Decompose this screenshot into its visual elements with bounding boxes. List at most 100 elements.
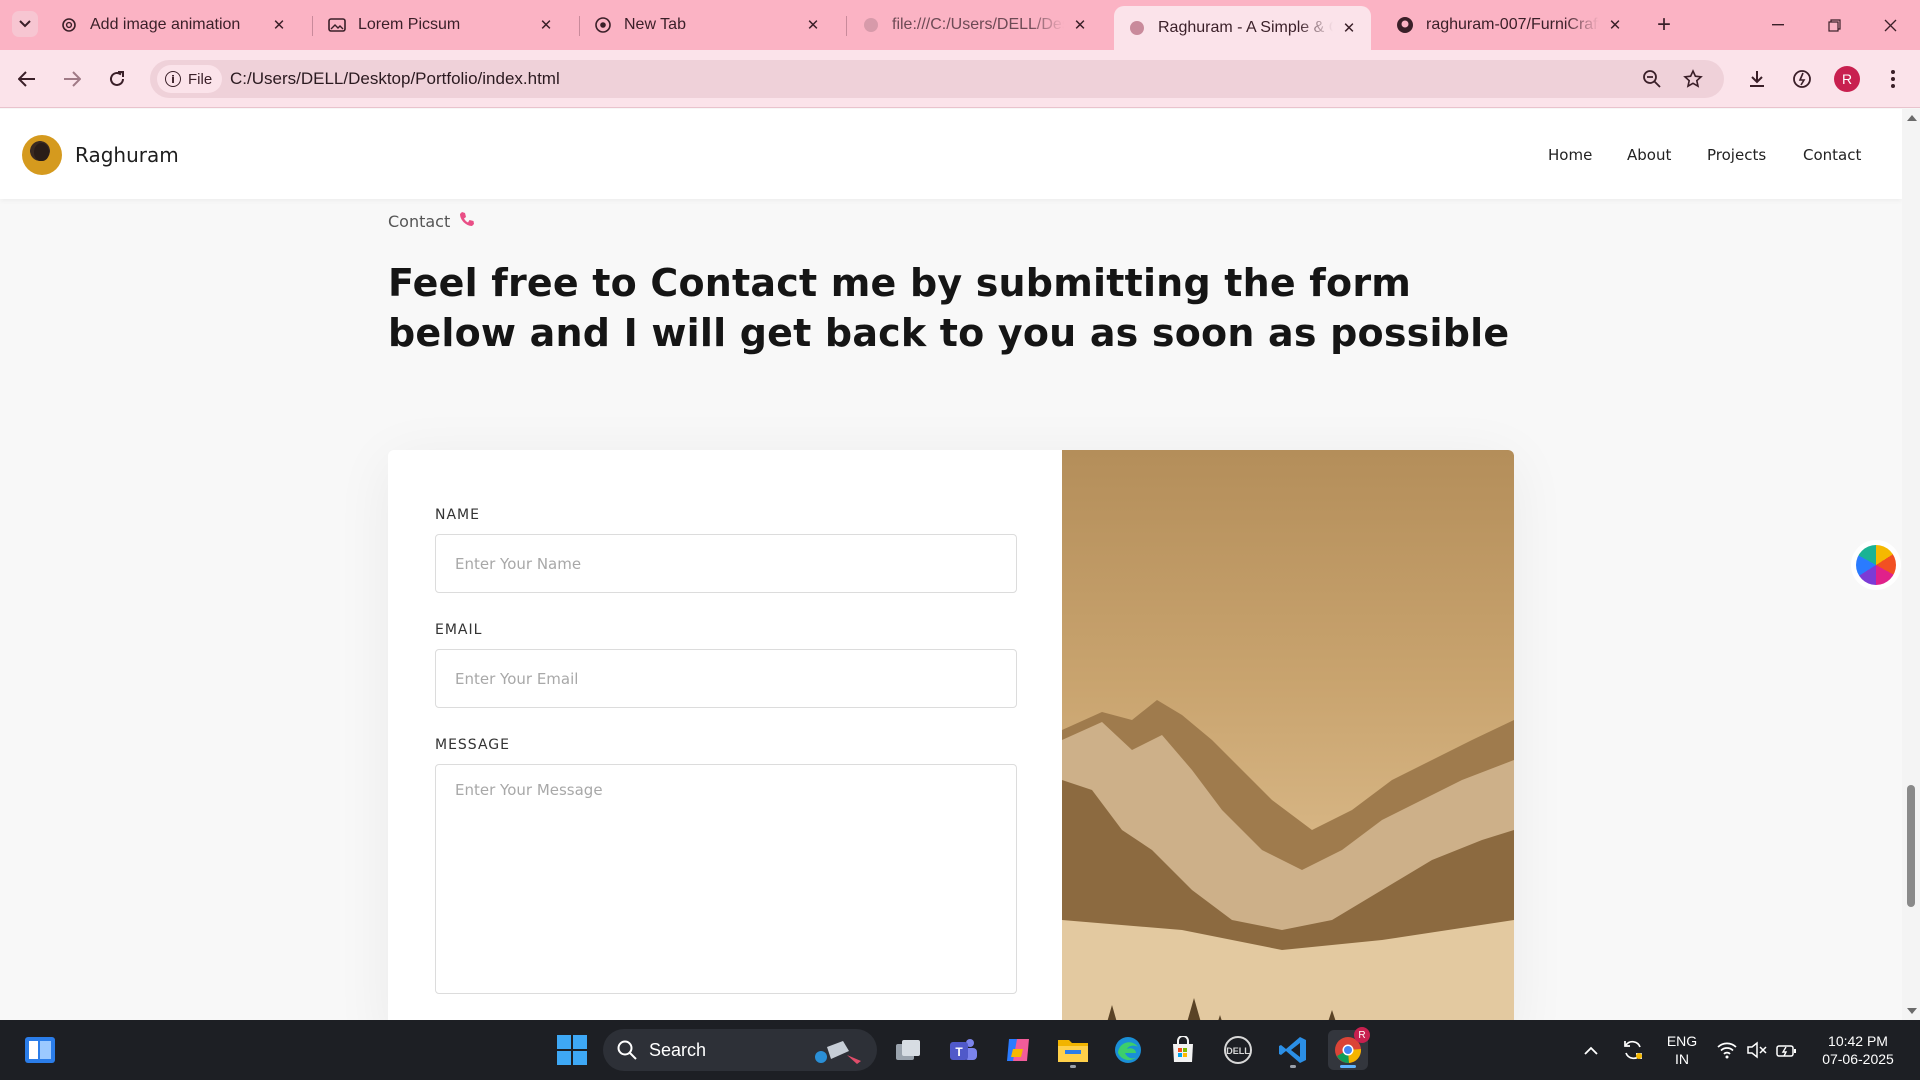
- nav-contact[interactable]: Contact: [1803, 109, 1861, 201]
- close-icon: [1884, 19, 1896, 31]
- scrollbar-thumb[interactable]: [1907, 785, 1915, 907]
- show-hidden-icons-button[interactable]: [1571, 1030, 1611, 1070]
- profile-avatar[interactable]: R: [1834, 66, 1860, 92]
- folder-icon: [1058, 1040, 1088, 1062]
- github-icon: [1396, 16, 1414, 34]
- reload-icon: [110, 71, 124, 86]
- close-icon[interactable]: ✕: [1605, 15, 1625, 35]
- color-picker-widget[interactable]: [1856, 545, 1896, 585]
- browser-menu-button[interactable]: [1878, 64, 1908, 94]
- sync-status-button[interactable]: [1613, 1030, 1653, 1070]
- brand-name[interactable]: Raghuram: [75, 109, 179, 201]
- section-label: Contact: [388, 210, 476, 232]
- taskbar-search[interactable]: Search: [603, 1029, 877, 1071]
- nav-about[interactable]: About: [1627, 109, 1671, 201]
- chrome-app[interactable]: R: [1328, 1027, 1370, 1070]
- quick-settings-button[interactable]: [1709, 1030, 1805, 1070]
- edge-app[interactable]: [1108, 1030, 1148, 1070]
- close-icon[interactable]: ✕: [536, 15, 556, 35]
- mountain-image: [1062, 450, 1514, 1020]
- tab-raghuram-portfolio[interactable]: Raghuram - A Simple & Clean ✕: [1114, 6, 1371, 50]
- running-indicator: [1290, 1065, 1296, 1068]
- file-explorer-app[interactable]: [1053, 1030, 1093, 1070]
- clock[interactable]: 10:42 PM 07-06-2025: [1808, 1032, 1908, 1068]
- url-text[interactable]: C:/Users/DELL/Desktop/Portfolio/index.ht…: [230, 60, 560, 98]
- copilot-icon: [1007, 1039, 1029, 1061]
- restore-button[interactable]: [1806, 0, 1862, 50]
- copilot-app[interactable]: [998, 1030, 1038, 1070]
- close-icon[interactable]: ✕: [1070, 15, 1090, 35]
- globe-icon: [1128, 19, 1146, 37]
- page-headline: Feel free to Contact me by submitting th…: [388, 261, 1510, 355]
- vscode-app[interactable]: [1273, 1030, 1313, 1070]
- tab-title: New Tab: [624, 16, 686, 33]
- new-tab-button[interactable]: +: [1650, 11, 1678, 39]
- tab-divider: [312, 16, 313, 36]
- address-bar[interactable]: i File C:/Users/DELL/Desktop/Portfolio/i…: [150, 60, 1724, 98]
- microsoft-store-app[interactable]: [1163, 1030, 1203, 1070]
- scroll-up-arrow[interactable]: [1907, 115, 1917, 121]
- nav-projects[interactable]: Projects: [1707, 109, 1766, 201]
- close-icon[interactable]: ✕: [269, 15, 289, 35]
- task-view-button[interactable]: [888, 1030, 928, 1070]
- region-code: IN: [1675, 1051, 1689, 1067]
- edge-icon: [1115, 1037, 1141, 1063]
- start-button[interactable]: [552, 1030, 592, 1070]
- svg-text:T: T: [955, 1045, 963, 1059]
- wifi-icon: [1717, 1042, 1737, 1059]
- forward-button[interactable]: [55, 62, 89, 96]
- close-window-button[interactable]: [1862, 0, 1918, 50]
- tab-new-tab[interactable]: New Tab ✕: [580, 8, 835, 42]
- phone-icon: [458, 210, 476, 232]
- zoom-out-icon: [1643, 70, 1661, 88]
- zoom-button[interactable]: [1640, 67, 1664, 91]
- page-scrollbar[interactable]: [1902, 109, 1920, 1020]
- tab-file-desktop[interactable]: file:///C:/Users/DELL/Desktop ✕: [848, 8, 1102, 42]
- speedometer-icon: [1793, 70, 1811, 88]
- plus-icon: +: [1656, 11, 1671, 38]
- close-icon[interactable]: ✕: [1339, 18, 1359, 38]
- section-label-text: Contact: [388, 211, 451, 231]
- info-icon: i: [165, 71, 181, 87]
- email-label: EMAIL: [435, 622, 483, 638]
- tab-add-image-animation[interactable]: Add image animation ✕: [46, 8, 301, 42]
- email-input[interactable]: [435, 649, 1017, 708]
- image-icon: [328, 16, 346, 34]
- clock-time: 10:42 PM: [1828, 1033, 1888, 1049]
- running-indicator: [1070, 1065, 1076, 1068]
- arrow-right-icon: [64, 71, 81, 87]
- scroll-down-arrow[interactable]: [1907, 1008, 1917, 1014]
- teams-app[interactable]: T: [943, 1030, 983, 1070]
- contact-card: NAME EMAIL MESSAGE: [388, 450, 1514, 1020]
- language-code: ENG: [1666, 1033, 1698, 1049]
- volume-muted-icon: [1747, 1041, 1767, 1059]
- chrome-icon: [594, 16, 612, 34]
- message-textarea[interactable]: [435, 764, 1017, 994]
- widgets-button[interactable]: [20, 1030, 60, 1070]
- name-input[interactable]: [435, 534, 1017, 593]
- tab-github-furnicraft[interactable]: raghuram-007/FurniCraft- ✕: [1382, 8, 1637, 42]
- bookmark-button[interactable]: [1681, 67, 1705, 91]
- chrome-profile-badge: R: [1354, 1027, 1370, 1043]
- arrow-left-icon: [18, 71, 35, 87]
- close-icon[interactable]: ✕: [803, 15, 823, 35]
- tab-title: Add image animation: [90, 16, 241, 33]
- chevron-up-icon: [1584, 1046, 1598, 1055]
- task-view-icon: [896, 1040, 920, 1060]
- widgets-icon: [25, 1037, 55, 1063]
- back-button[interactable]: [10, 62, 44, 96]
- tab-lorem-picsum[interactable]: Lorem Picsum ✕: [314, 8, 568, 42]
- reload-button[interactable]: [100, 62, 134, 96]
- tab-search-button[interactable]: [12, 11, 38, 37]
- dell-app[interactable]: DELL: [1218, 1030, 1258, 1070]
- language-indicator[interactable]: ENG IN: [1664, 1032, 1700, 1068]
- downloads-button[interactable]: [1742, 64, 1772, 94]
- brand-avatar[interactable]: [22, 135, 62, 175]
- minimize-button[interactable]: [1750, 0, 1806, 50]
- nav-home[interactable]: Home: [1548, 109, 1592, 201]
- windows-icon: [557, 1035, 587, 1065]
- performance-button[interactable]: [1787, 64, 1817, 94]
- site-info-chip[interactable]: i File: [157, 65, 223, 93]
- page-viewport: Raghuram Home About Projects Contact Con…: [0, 109, 1920, 1020]
- search-label: Search: [649, 1039, 707, 1060]
